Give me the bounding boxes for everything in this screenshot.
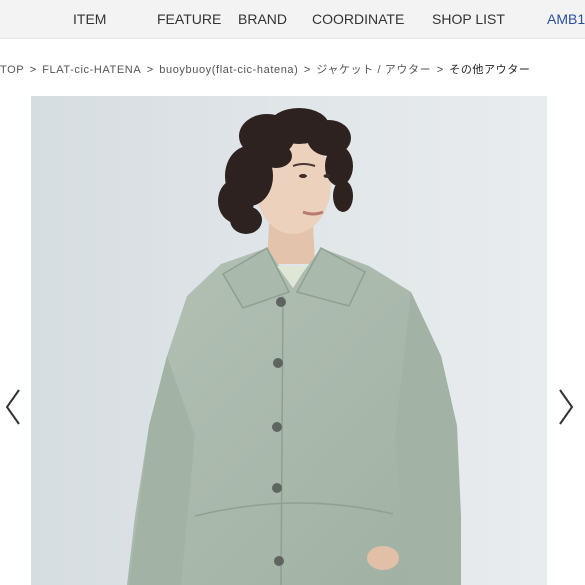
nav-item-coordinate[interactable]: COORDINATE <box>312 11 404 27</box>
nav-item-brand[interactable]: BRAND <box>238 11 287 27</box>
breadcrumb-flat-cic-hatena[interactable]: FLAT-cic-HATENA <box>42 64 141 76</box>
breadcrumb-separator: > <box>303 64 311 76</box>
breadcrumb-current: その他アウター <box>449 64 531 76</box>
breadcrumb-separator: > <box>146 64 154 76</box>
breadcrumb-category[interactable]: ジャケット / アウター <box>316 64 431 76</box>
breadcrumb-top[interactable]: TOP <box>0 64 24 76</box>
product-main-image <box>31 96 547 585</box>
chevron-left-icon <box>5 389 20 425</box>
breadcrumb-brand[interactable]: buoybuoy(flat-cic-hatena) <box>159 64 298 76</box>
nav-item-shop-list[interactable]: SHOP LIST <box>432 11 505 27</box>
chevron-right-icon <box>559 389 574 425</box>
nav-item-item[interactable]: ITEM <box>73 11 106 27</box>
gallery-next-button[interactable] <box>556 388 576 426</box>
model-photo <box>31 96 547 585</box>
gallery-prev-button[interactable] <box>3 388 23 426</box>
top-navigation: ITEM FEATURE BRAND COORDINATE SHOP LIST … <box>0 0 585 39</box>
breadcrumb-separator: > <box>436 64 444 76</box>
breadcrumb: TOP > FLAT-cic-HATENA > buoybuoy(flat-cic-ha… <box>0 61 585 79</box>
nav-item-amb10[interactable]: AMB10 <box>547 11 585 27</box>
nav-item-feature[interactable]: FEATURE <box>157 11 221 27</box>
breadcrumb-separator: > <box>29 64 37 76</box>
